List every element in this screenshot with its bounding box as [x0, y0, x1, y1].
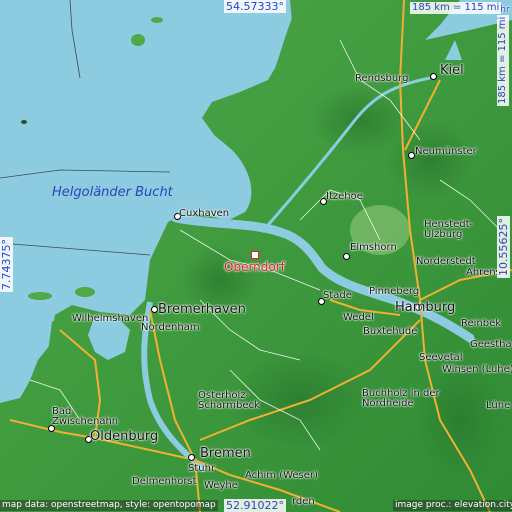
city-label-reinbek: Reinbek — [461, 318, 502, 329]
south-latitude-label: 52.91022° — [224, 499, 286, 512]
city-label-verden: rden — [292, 496, 315, 507]
island — [28, 292, 52, 300]
city-dot — [430, 73, 437, 80]
city-label-delmenhorst: Delmenhorst — [132, 476, 197, 487]
island — [151, 17, 163, 23]
city-dot — [188, 454, 195, 461]
city-label-geesthacht: Geestha — [470, 339, 512, 350]
city-label-seevetal: Seevetal — [419, 352, 463, 363]
image-credit: image proc.: elevation.city — [393, 500, 512, 511]
map-credit: map data: openstreetmap, style: opentopo… — [0, 500, 218, 511]
city-label-buchholz: Buchholz in der Nordheide — [362, 388, 440, 409]
city-dot — [343, 253, 350, 260]
north-latitude-label: 54.57333° — [224, 0, 286, 13]
city-label-bad-zwischenahn: Bad Zwischenahn — [52, 406, 119, 427]
city-label-weyhe: Weyhe — [204, 480, 238, 491]
city-label-bremen: Bremen — [200, 446, 251, 461]
city-label-kiel: Kiel — [440, 63, 464, 78]
island — [21, 120, 27, 124]
city-label-osterholz: Osterholz- Scharmbeck — [198, 390, 260, 411]
city-label-norderstedt: Norderstedt — [416, 256, 476, 267]
focus-place-label: Oberndorf — [224, 260, 285, 274]
scale-vertical: 185 km = 115 mi — [497, 14, 509, 106]
city-label-henstedt: Henstedt- Ulzburg — [424, 219, 474, 240]
city-dot — [151, 306, 158, 313]
sea-label: Helgoländer Bucht — [52, 185, 173, 200]
city-label-stade: Stade — [323, 290, 352, 301]
city-label-nordenham: Nordenham — [141, 322, 200, 333]
east-longitude-label: 10.55625° — [497, 216, 510, 278]
city-label-rendsburg: Rendsburg — [355, 73, 409, 84]
island — [131, 34, 145, 46]
focus-marker[interactable] — [251, 251, 259, 259]
city-label-lueneburg: Lüne — [486, 400, 511, 411]
city-label-achim: Achim (Weser) — [245, 470, 318, 481]
city-label-pinneberg: Pinneberg — [369, 286, 420, 297]
city-label-neumuenster: Neumünster — [415, 146, 477, 157]
city-label-wedel: Wedel — [343, 312, 374, 323]
city-label-stuhr: Stuhr — [188, 463, 216, 474]
island — [75, 287, 95, 297]
city-label-buxtehude: Buxtehude — [363, 326, 418, 337]
city-label-bremerhaven: Bremerhaven — [158, 302, 246, 317]
city-label-wilhelmshaven: Wilhelmshaven — [72, 313, 149, 324]
city-label-hamburg: Hamburg — [395, 300, 456, 315]
city-label-oldenburg: Oldenburg — [90, 429, 159, 444]
scale-horizontal: 185 km = 115 mi — [410, 2, 502, 14]
west-longitude-label: 7.74375° — [0, 237, 13, 292]
city-label-cuxhaven: Cuxhaven — [179, 208, 230, 219]
city-label-winsen: Winsen (Luhe) — [442, 364, 512, 375]
city-dot — [408, 152, 415, 159]
city-label-itzehoe: Itzehoe — [326, 191, 363, 202]
city-label-elmshorn: Elmshorn — [350, 242, 397, 253]
